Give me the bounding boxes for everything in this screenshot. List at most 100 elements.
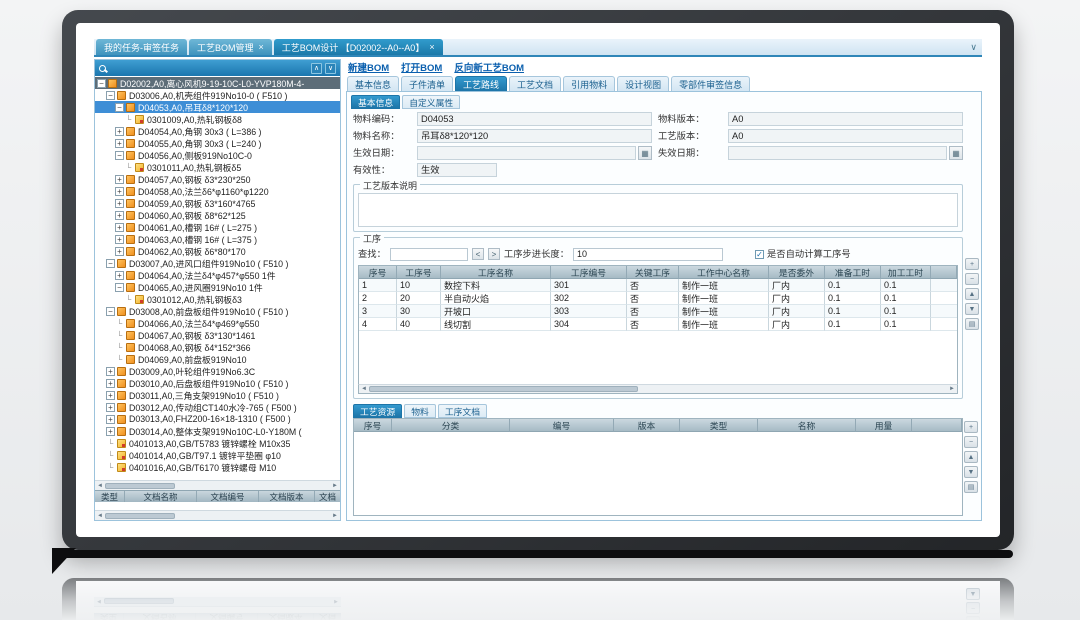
- search-up-icon[interactable]: ∧: [311, 63, 322, 74]
- collapse-icon[interactable]: −: [106, 259, 115, 268]
- validity-field[interactable]: 生效: [417, 163, 497, 177]
- material-code-field[interactable]: D04053: [417, 112, 652, 126]
- collapse-icon[interactable]: −: [106, 91, 115, 100]
- tree-item[interactable]: +D03013,A0,FHZ200-16×18-1310 ( F500 ): [95, 413, 340, 425]
- tree-item[interactable]: └0301009,A0,热轧钢板δ8: [95, 113, 340, 125]
- expand-icon[interactable]: +: [115, 199, 124, 208]
- toolbar-link[interactable]: 反向新工艺BOM: [454, 60, 524, 74]
- tree-item[interactable]: +D04061,A0,槽钢 16# ( L=275 ): [95, 221, 340, 233]
- tree-item[interactable]: └0401013,A0,GB/T5783 镀锌螺栓 M10x35: [95, 437, 340, 449]
- scroll-right-icon[interactable]: ►: [330, 513, 340, 519]
- detail-tab[interactable]: 引用物料: [563, 76, 615, 91]
- tree-item[interactable]: +D04057,A0,钢板 δ3*230*250: [95, 173, 340, 185]
- find-input[interactable]: [390, 248, 468, 261]
- tree-item[interactable]: └0401014,A0,GB/T97.1 镀锌平垫圈 φ10: [95, 449, 340, 461]
- tree-item[interactable]: └D04068,A0,钢板 δ4*152*366: [95, 341, 340, 353]
- tree-item[interactable]: −D02002,A0,离心风机9-19-10C-L0-YVP180M-4-: [95, 77, 340, 89]
- tree-item[interactable]: +D04060,A0,钢板 δ8*62*125: [95, 209, 340, 221]
- calendar-icon[interactable]: ▦: [949, 146, 963, 160]
- table-row[interactable]: 220半自动火焰302否制作一班厂内0.10.1: [359, 292, 957, 305]
- resource-tab[interactable]: 物料: [404, 404, 436, 418]
- tree-item[interactable]: −D03008,A0,前盘板组件919No10 ( F510 ): [95, 305, 340, 317]
- expand-icon[interactable]: +: [115, 223, 124, 232]
- tree-item[interactable]: └D04067,A0,钢板 δ3*130*1461: [95, 329, 340, 341]
- scroll-right-icon[interactable]: ►: [330, 483, 340, 489]
- expand-icon[interactable]: +: [115, 247, 124, 256]
- detail-tab[interactable]: 工艺文档: [509, 76, 561, 91]
- tree-item[interactable]: −D04065,A0,进风圈919No10 1件: [95, 281, 340, 293]
- tree-item[interactable]: +D04063,A0,槽钢 16# ( L=375 ): [95, 233, 340, 245]
- process-table-scrollbar[interactable]: ◄ ►: [358, 384, 958, 394]
- add-row-button[interactable]: +: [964, 421, 978, 433]
- expand-icon[interactable]: +: [106, 367, 115, 376]
- tree-item[interactable]: +D03011,A0,三角支架919No10 ( F510 ): [95, 389, 340, 401]
- tree-item[interactable]: └0301011,A0,热轧钢板δ5: [95, 161, 340, 173]
- expand-icon[interactable]: +: [106, 415, 115, 424]
- expand-icon[interactable]: +: [115, 271, 124, 280]
- scrollbar-thumb[interactable]: [369, 386, 638, 392]
- tree-item[interactable]: +D04058,A0,法兰δ6*φ1160*φ1220: [95, 185, 340, 197]
- find-prev-button[interactable]: <: [472, 248, 484, 260]
- grid-view-button[interactable]: ▤: [965, 318, 979, 330]
- expire-date-field[interactable]: [728, 146, 947, 160]
- effective-date-field[interactable]: [417, 146, 636, 160]
- tree-item[interactable]: └0301012,A0,热轧钢板δ3: [95, 293, 340, 305]
- detail-tab[interactable]: 基本信息: [347, 76, 399, 91]
- expand-icon[interactable]: +: [115, 187, 124, 196]
- detail-tab[interactable]: 零部件审签信息: [671, 76, 750, 91]
- tree-item[interactable]: +D04064,A0,法兰δ4*φ457*φ550 1件: [95, 269, 340, 281]
- expand-icon[interactable]: +: [106, 379, 115, 388]
- tree-item[interactable]: +D03014,A0,整体支架919No10C-L0-Y180M (: [95, 425, 340, 437]
- table-row[interactable]: 330开坡口303否制作一班厂内0.10.1: [359, 305, 957, 318]
- calendar-icon[interactable]: ▦: [638, 146, 652, 160]
- auto-calc-checkbox[interactable]: [755, 250, 764, 259]
- tree-item[interactable]: −D04053,A0,吊耳δ8*120*120: [95, 101, 340, 113]
- tree-horizontal-scrollbar[interactable]: ◄ ►: [95, 480, 340, 490]
- collapse-icon[interactable]: −: [106, 307, 115, 316]
- expand-icon[interactable]: +: [115, 235, 124, 244]
- tree-item[interactable]: +D03010,A0,后盘板组件919No10 ( F510 ): [95, 377, 340, 389]
- delete-row-button[interactable]: −: [965, 273, 979, 285]
- tree-item[interactable]: +D04055,A0,角钢 30x3 ( L=240 ): [95, 137, 340, 149]
- expand-icon[interactable]: +: [115, 175, 124, 184]
- process-version-field[interactable]: A0: [728, 129, 963, 143]
- scroll-left-icon[interactable]: ◄: [95, 513, 105, 519]
- table-row[interactable]: 110数控下料301否制作一班厂内0.10.1: [359, 279, 957, 292]
- find-next-button[interactable]: >: [488, 248, 500, 260]
- collapse-icon[interactable]: −: [97, 79, 106, 88]
- version-note-textarea[interactable]: [358, 193, 958, 227]
- expand-icon[interactable]: +: [115, 139, 124, 148]
- tree-item[interactable]: +D03009,A0,叶轮组件919No6.3C: [95, 365, 340, 377]
- scroll-left-icon[interactable]: ◄: [359, 386, 369, 392]
- sub-tab[interactable]: 自定义属性: [402, 95, 460, 109]
- sub-tab[interactable]: 基本信息: [351, 95, 400, 109]
- table-row[interactable]: 440线切割304否制作一班厂内0.10.1: [359, 318, 957, 331]
- resource-tab[interactable]: 工艺资源: [353, 404, 402, 418]
- tree-item[interactable]: +D03012,A0,传动组CT140水冷-765 ( F500 ): [95, 401, 340, 413]
- tree-item[interactable]: −D04056,A0,侧板919No10C-0: [95, 149, 340, 161]
- grid-view-button[interactable]: ▤: [964, 481, 978, 493]
- tree-item[interactable]: −D03007,A0,进风口组件919No10 ( F510 ): [95, 257, 340, 269]
- tab-close-icon[interactable]: ×: [259, 42, 264, 52]
- expand-icon[interactable]: +: [115, 211, 124, 220]
- detail-tab[interactable]: 工艺路线: [455, 76, 507, 91]
- resource-tab[interactable]: 工序文档: [438, 404, 487, 418]
- collapse-icon[interactable]: −: [115, 103, 124, 112]
- expand-icon[interactable]: +: [106, 427, 115, 436]
- material-name-field[interactable]: 吊耳δ8*120*120: [417, 129, 652, 143]
- tree-item[interactable]: +D04054,A0,角钢 30x3 ( L=386 ): [95, 125, 340, 137]
- window-tab[interactable]: 我的任务-审签任务: [96, 39, 187, 55]
- tab-overflow-icon[interactable]: ∨: [970, 42, 977, 53]
- add-row-button[interactable]: +: [965, 258, 979, 270]
- collapse-icon[interactable]: −: [115, 151, 124, 160]
- expand-icon[interactable]: +: [106, 403, 115, 412]
- toolbar-link[interactable]: 打开BOM: [401, 60, 442, 74]
- expand-icon[interactable]: +: [115, 127, 124, 136]
- delete-row-button[interactable]: −: [964, 436, 978, 448]
- scrollbar-thumb[interactable]: [105, 513, 175, 519]
- toolbar-link[interactable]: 新建BOM: [348, 60, 389, 74]
- expand-icon[interactable]: +: [106, 391, 115, 400]
- tree-item[interactable]: └0401016,A0,GB/T6170 镀锌螺母 M10: [95, 461, 340, 473]
- tree-item[interactable]: +D04062,A0,钢板 δ6*80*170: [95, 245, 340, 257]
- detail-tab[interactable]: 子件清单: [401, 76, 453, 91]
